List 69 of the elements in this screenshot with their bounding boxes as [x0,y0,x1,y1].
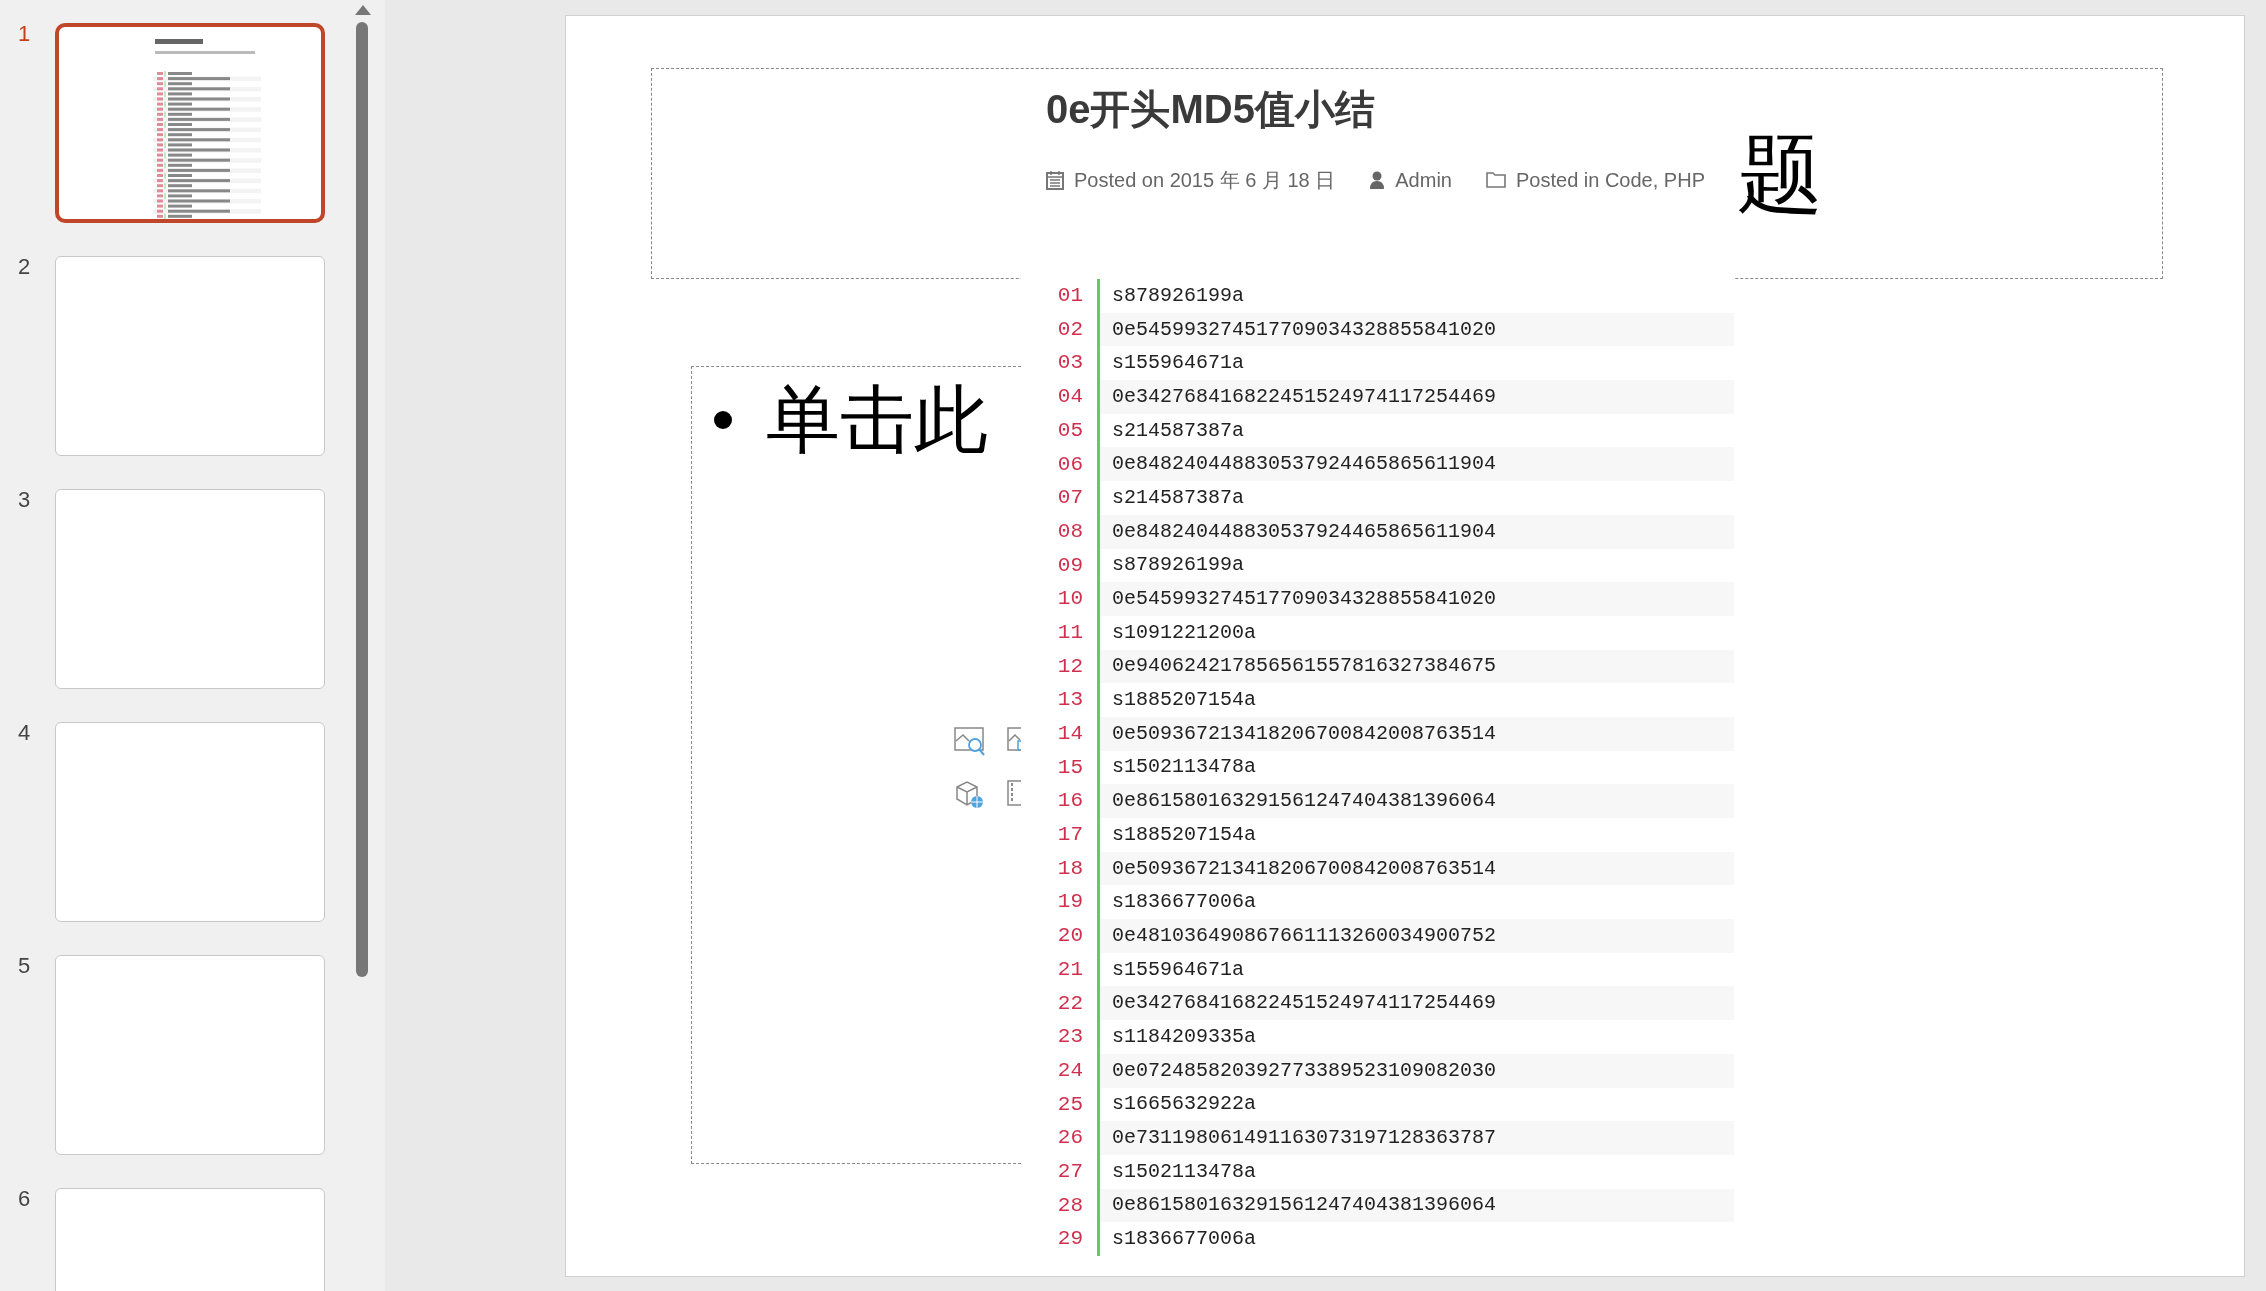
line-number: 12 [1046,649,1100,684]
post-title: 0e开头MD5值小结 [1046,86,1376,133]
folder-icon [1486,171,1506,189]
slide-number: 1 [17,23,32,45]
code-line: 0e072485820392773389523109082030 [1111,1057,1497,1084]
code-line: s878926199a [1111,552,1245,579]
code-line: s214587387a [1111,484,1245,511]
code-line: s214587387a [1111,417,1245,444]
code-line: 0e342768416822451524974117254469 [1111,990,1497,1017]
code-line: s1836677006a [1111,889,1257,916]
3d-model-icon[interactable] [954,779,986,809]
code-line: 0e545993274517709034328855841020 [1111,586,1497,613]
post-date: Posted on 2015 年 6 月 18 日 [1074,168,1336,193]
code-line: 0e731198061491163073197128363787 [1111,1125,1497,1152]
video-icon[interactable] [1007,779,1021,809]
title-placeholder-text: 题 [1737,130,1823,217]
line-number: 22 [1046,986,1100,1021]
user-icon [1369,170,1386,190]
line-number: 06 [1046,447,1100,482]
slide-number: 3 [17,489,32,511]
code-line: 0e509367213418206700842008763514 [1111,720,1497,747]
line-number: 08 [1046,514,1100,549]
line-number: 16 [1046,784,1100,818]
slide-thumbnail[interactable] [55,23,325,223]
code-line: s1502113478a [1111,1158,1257,1185]
image-search-icon[interactable] [954,727,986,757]
code-line: s1885207154a [1111,687,1257,714]
code-line: 0e861580163291561247404381396064 [1111,1192,1497,1219]
code-line: s1184209335a [1111,1023,1257,1050]
slide-thumbnail[interactable] [55,489,325,689]
code-line: 0e342768416822451524974117254469 [1111,383,1497,410]
line-number: 18 [1046,851,1100,886]
slide-thumbnail[interactable] [55,722,325,922]
slide-number: 2 [17,256,32,278]
line-number: 10 [1046,582,1100,616]
code-line: s1091221200a [1111,619,1257,646]
line-number: 04 [1046,380,1100,414]
code-line: s1885207154a [1111,821,1257,848]
slide-number: 5 [17,955,32,977]
scrollbar-thumb[interactable] [356,22,368,977]
code-line: s1502113478a [1111,754,1257,781]
code-line: 0e481036490867661113260034900752 [1111,922,1497,949]
code-line: 0e940624217856561557816327384675 [1111,653,1497,680]
line-number: 26 [1046,1121,1100,1155]
slide-number: 6 [17,1188,32,1210]
post-categories: Posted in Code, PHP [1516,168,1705,193]
code-line: 0e509367213418206700842008763514 [1111,855,1497,882]
code-line: s1836677006a [1111,1226,1257,1253]
calendar-icon [1046,170,1064,190]
line-number: 28 [1046,1188,1100,1223]
line-number: 24 [1046,1053,1100,1088]
slide-thumbnail[interactable] [55,256,325,456]
slide-thumbnail[interactable] [55,955,325,1155]
line-number: 02 [1046,312,1100,347]
code-line: s155964671a [1111,956,1245,983]
scroll-up-icon[interactable] [354,4,372,16]
code-line: 0e861580163291561247404381396064 [1111,788,1497,815]
bullet-icon [714,410,732,429]
code-line: s155964671a [1111,350,1245,377]
line-number: 14 [1046,716,1100,751]
line-number: 20 [1046,919,1100,953]
code-line: s878926199a [1111,282,1245,309]
content-placeholder-text: 单击此 [766,379,988,461]
code-line: 0e545993274517709034328855841020 [1111,316,1497,343]
post-author[interactable]: Admin [1395,165,1452,195]
code-line: s1665632922a [1111,1091,1257,1118]
code-line: 0e848240448830537924465865611904 [1111,518,1497,545]
code-line: 0e848240448830537924465865611904 [1111,451,1497,478]
slide-number: 4 [17,722,32,744]
